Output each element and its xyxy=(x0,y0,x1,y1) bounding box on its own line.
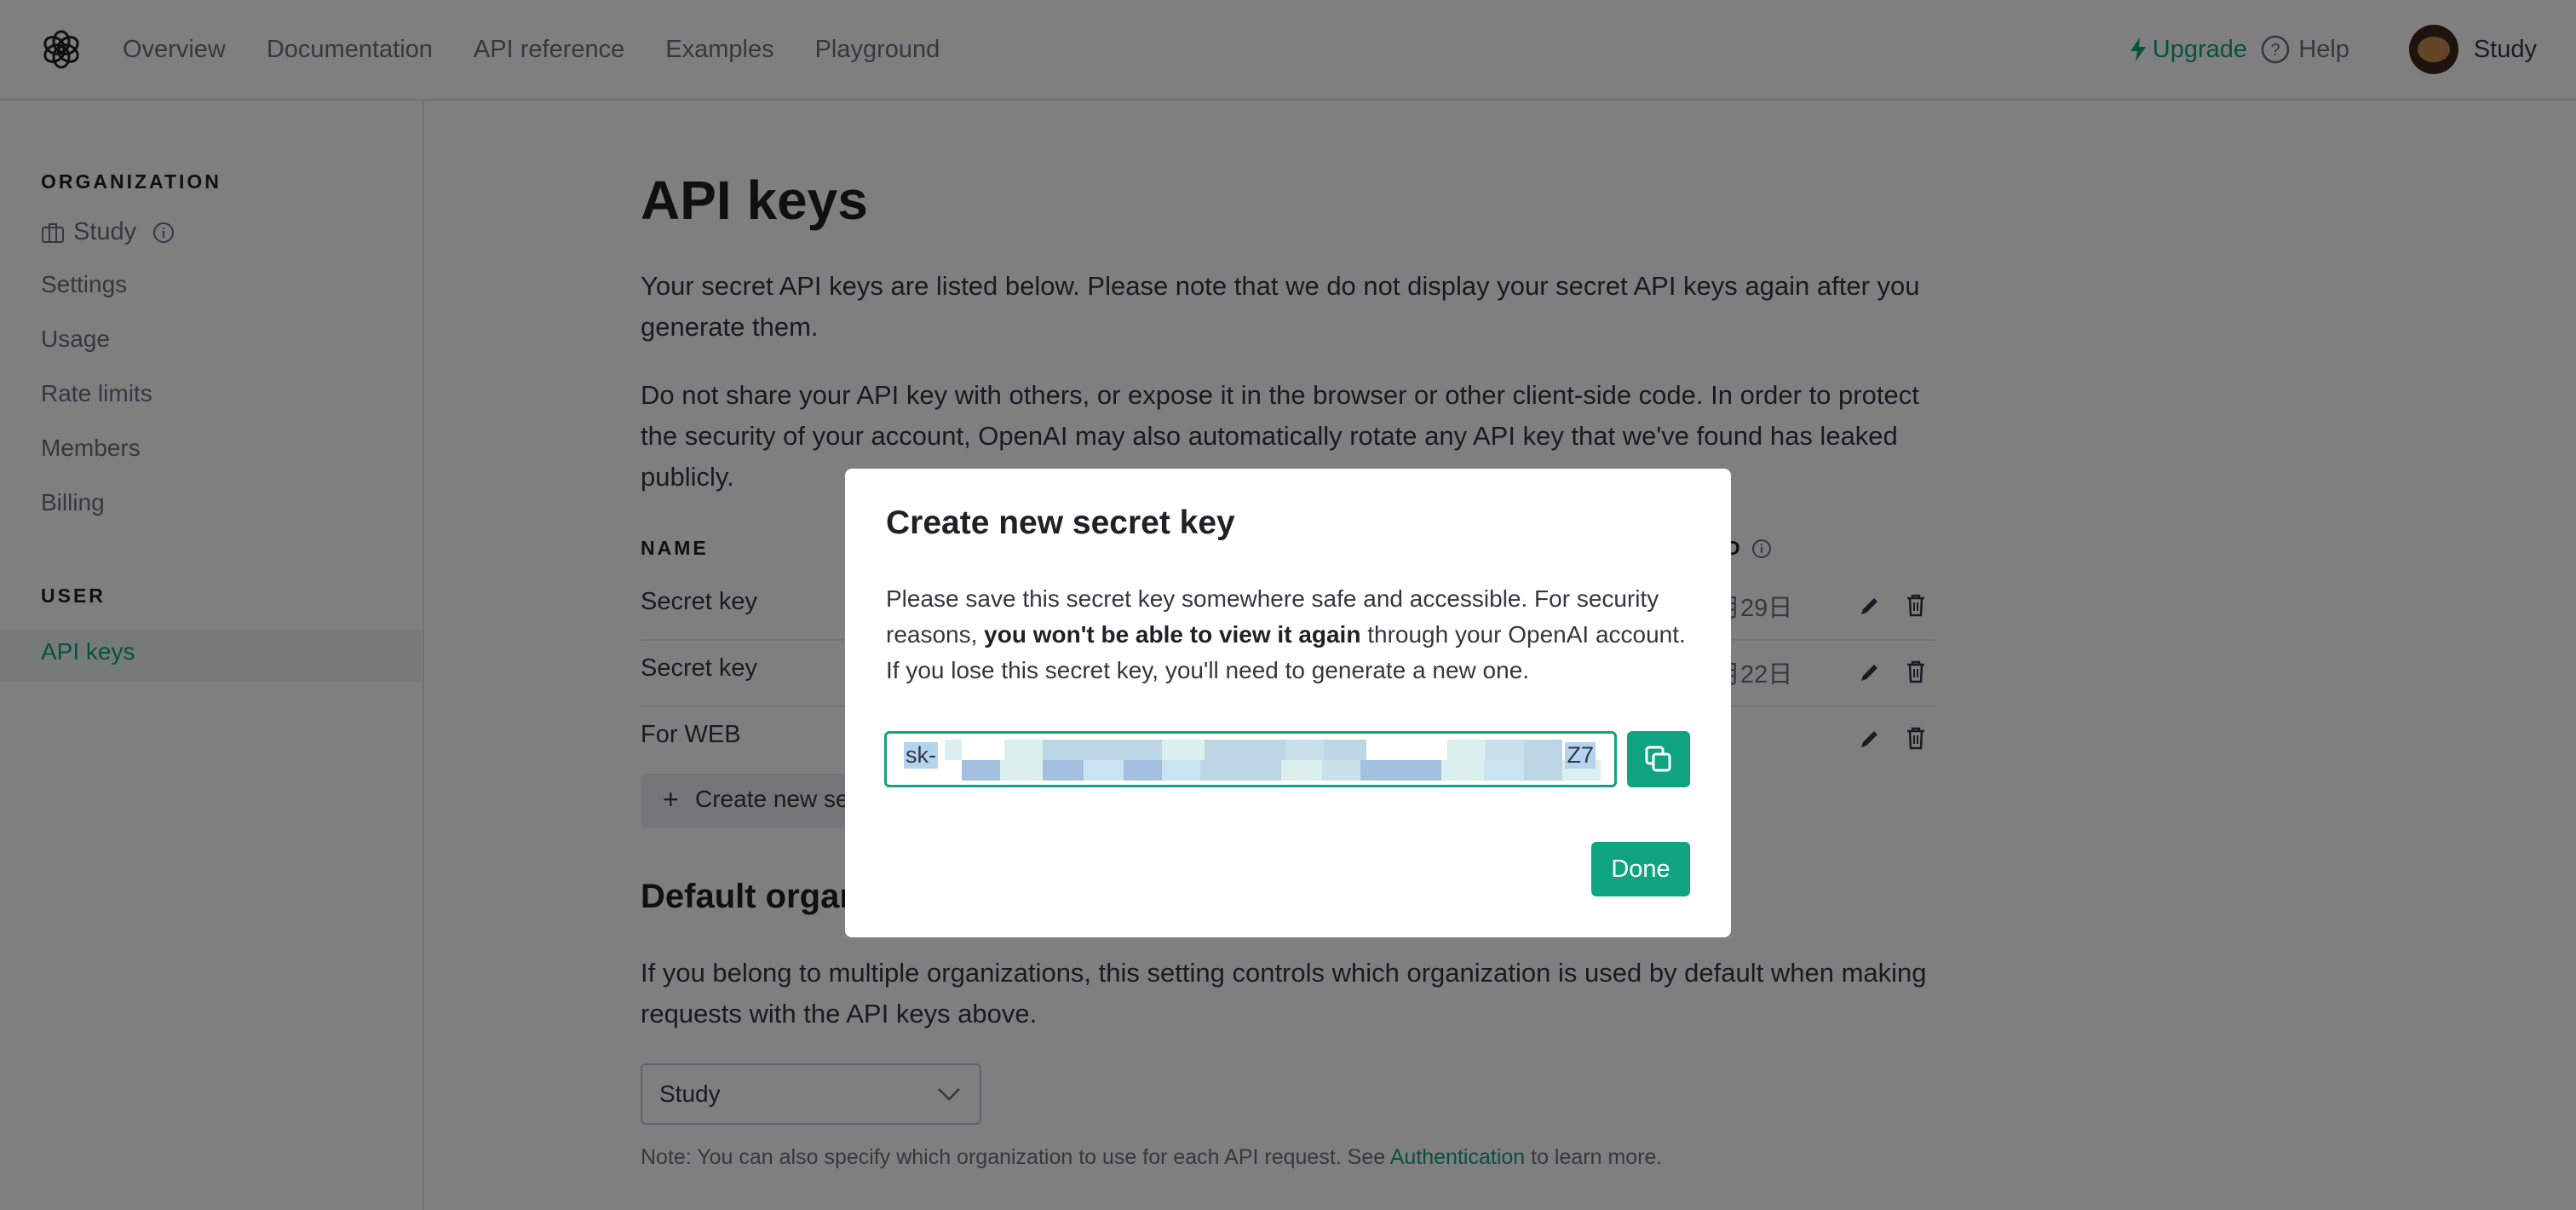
create-secret-key-dialog: Create new secret key Please save this s… xyxy=(845,469,1731,937)
dialog-title: Create new secret key xyxy=(886,504,1235,541)
secret-key-field[interactable]: sk- Z7 xyxy=(884,731,1617,787)
secret-key-prefix: sk- xyxy=(904,742,938,769)
copy-icon xyxy=(1645,746,1671,772)
copy-key-button[interactable] xyxy=(1627,731,1690,787)
dialog-message-bold: you won't be able to view it again xyxy=(984,621,1361,648)
dialog-message: Please save this secret key somewhere sa… xyxy=(886,581,1695,689)
done-button[interactable]: Done xyxy=(1591,842,1690,896)
secret-key-suffix: Z7 xyxy=(1565,742,1596,769)
redacted-key-mosaic xyxy=(945,740,1601,781)
